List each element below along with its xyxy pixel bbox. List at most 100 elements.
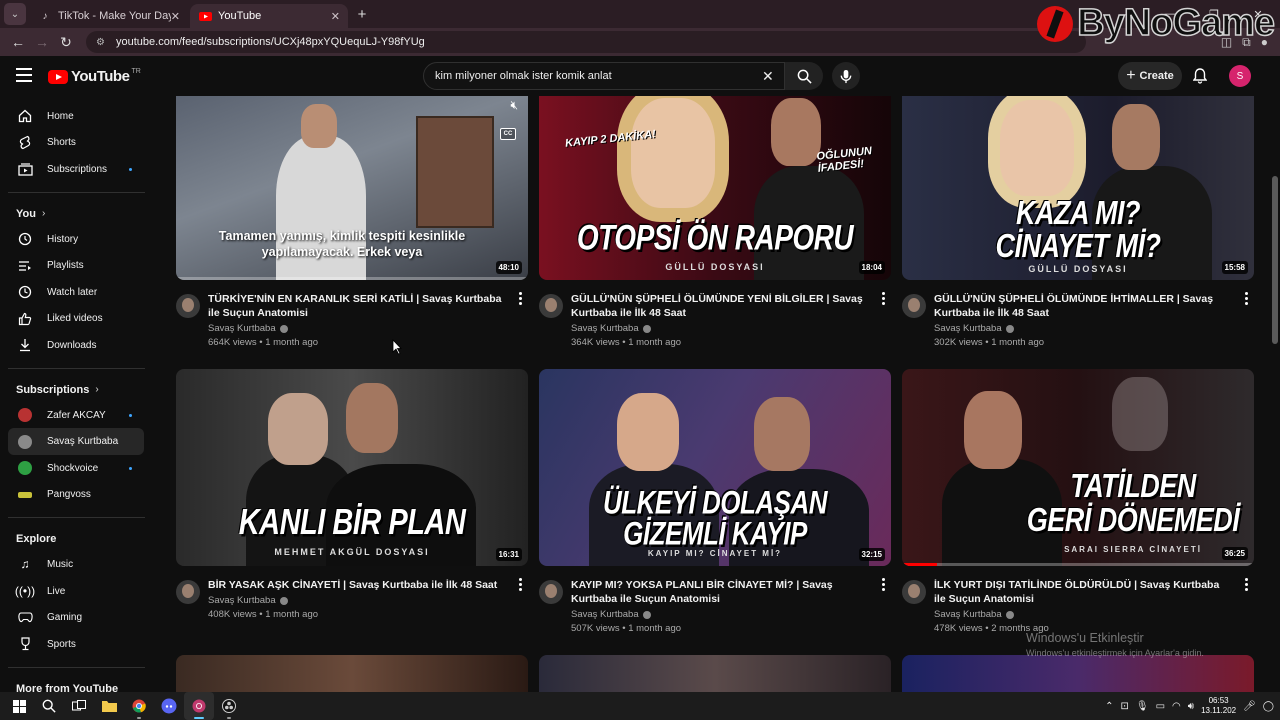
forward-arrow-icon[interactable]: →: [30, 30, 54, 54]
minimize-icon[interactable]: —: [1148, 0, 1192, 28]
windows-start-icon[interactable]: [4, 692, 34, 720]
scrollbar-thumb[interactable]: [1272, 176, 1278, 344]
channel-name[interactable]: Savaş Kurtbaba: [571, 323, 639, 334]
video-thumbnail[interactable]: ÜLKEYİ DOLAŞAN GİZEMLİ KAYIP KAYIP MI? C…: [539, 369, 891, 566]
more-options-icon[interactable]: [1242, 292, 1250, 305]
video-title[interactable]: İLK YURT DIŞI TATİLİNDE ÖLDÜRÜLDÜ | Sava…: [934, 578, 1230, 606]
youtube-logo[interactable]: YouTube TR: [48, 68, 141, 85]
channel-avatar[interactable]: [176, 580, 200, 604]
create-button[interactable]: + Create: [1118, 62, 1182, 90]
wifi-icon[interactable]: ◠: [1172, 701, 1181, 712]
browser-tab-youtube[interactable]: YouTube ✕: [190, 4, 348, 28]
menu-icon[interactable]: [16, 68, 32, 82]
video-title[interactable]: TÜRKİYE'NİN EN KARANLIK SERİ KATİLİ | Sa…: [208, 292, 504, 320]
channel-name[interactable]: Savaş Kurtbaba: [934, 323, 1002, 334]
channel-name[interactable]: Savaş Kurtbaba: [208, 595, 276, 606]
site-info-icon[interactable]: ⚙: [96, 37, 110, 48]
channel-avatar[interactable]: [902, 294, 926, 318]
volume-icon[interactable]: 🔊︎: [1188, 701, 1194, 712]
sidebar-item-subscriptions[interactable]: Subscriptions: [0, 156, 152, 183]
tray-microphone-icon[interactable]: 🎙︎: [1136, 701, 1149, 712]
more-options-icon[interactable]: [879, 292, 887, 305]
notification-center-icon[interactable]: ◯: [1263, 701, 1274, 712]
page-scrollbar[interactable]: [1268, 96, 1280, 692]
account-avatar[interactable]: S: [1229, 65, 1251, 87]
video-card[interactable]: Tamamen yanmış, kimlik tespiti kesinlikl…: [176, 96, 528, 364]
sidebar-item-music[interactable]: ♫ Music: [0, 551, 152, 578]
task-view-icon[interactable]: [64, 692, 94, 720]
extension-icon[interactable]: ◫: [1221, 35, 1232, 50]
file-explorer-icon[interactable]: [94, 692, 124, 720]
back-arrow-icon[interactable]: ←: [6, 30, 30, 54]
discord-icon[interactable]: [154, 692, 184, 720]
video-card[interactable]: KANLI BİR PLAN MEHMET AKGÜL DOSYASI 16:3…: [176, 369, 528, 650]
video-thumbnail[interactable]: [176, 655, 528, 692]
sidebar-item-downloads[interactable]: Downloads: [0, 332, 152, 359]
close-icon[interactable]: ✕: [331, 10, 340, 23]
channel-avatar[interactable]: [902, 580, 926, 604]
sidebar-channel-zafer-akcay[interactable]: Zafer AKCAY: [0, 402, 152, 429]
progress-track[interactable]: [902, 563, 1254, 566]
channel-avatar[interactable]: [176, 294, 200, 318]
sidebar-item-liked-videos[interactable]: Liked videos: [0, 306, 152, 333]
video-thumbnail[interactable]: TATİLDEN GERİ DÖNEMEDİ SARAI SIERRA CİNA…: [902, 369, 1254, 566]
network-adapter-icon[interactable]: ⊡: [1121, 701, 1129, 712]
video-thumbnail[interactable]: [539, 655, 891, 692]
chrome-icon[interactable]: [124, 692, 154, 720]
channel-name[interactable]: Savaş Kurtbaba: [208, 323, 276, 334]
sidebar-channel-savas-kurtbaba[interactable]: Savaş Kurtbaba: [8, 428, 144, 455]
sidebar-item-history[interactable]: History: [0, 226, 152, 253]
channel-name[interactable]: Savaş Kurtbaba: [571, 609, 639, 620]
sidebar-channel-pangvoss[interactable]: Pangvoss: [0, 482, 152, 509]
taskbar-clock[interactable]: 06:53 13.11.202: [1201, 696, 1236, 716]
video-thumbnail[interactable]: [902, 655, 1254, 692]
tab-search-button[interactable]: ⌄: [4, 3, 26, 25]
chevron-up-icon[interactable]: ⌃: [1105, 701, 1113, 712]
video-title[interactable]: GÜLLÜ'NÜN ŞÜPHELİ ÖLÜMÜNDE İHTİMALLER | …: [934, 292, 1230, 320]
sidebar-item-shorts[interactable]: Shorts: [0, 130, 152, 157]
video-thumbnail[interactable]: Tamamen yanmış, kimlik tespiti kesinlikl…: [176, 96, 528, 280]
new-tab-button[interactable]: +: [350, 2, 374, 26]
chrome-profile-icon[interactable]: [184, 692, 214, 720]
cc-icon[interactable]: CC: [500, 128, 516, 140]
url-input[interactable]: ⚙ youtube.com/feed/subscriptions/UCXj48p…: [86, 31, 1086, 53]
reload-icon[interactable]: ↻: [54, 30, 78, 54]
video-card[interactable]: TATİLDEN GERİ DÖNEMEDİ SARAI SIERRA CİNA…: [902, 369, 1254, 650]
sidebar-item-home[interactable]: Home: [0, 103, 152, 130]
video-title[interactable]: GÜLLÜ'NÜN ŞÜPHELİ ÖLÜMÜNDE YENİ BİLGİLER…: [571, 292, 867, 320]
voice-search-button[interactable]: [832, 62, 860, 90]
sidebar-item-sports[interactable]: Sports: [0, 631, 152, 658]
more-options-icon[interactable]: [516, 292, 524, 305]
sidebar-you-heading[interactable]: You ›: [0, 202, 160, 226]
video-thumbnail[interactable]: KAZA MI? CİNAYET Mİ? GÜLLÜ DOSYASI 15:58: [902, 96, 1254, 280]
more-options-icon[interactable]: [879, 578, 887, 591]
mute-icon[interactable]: 🔇︎: [510, 98, 518, 113]
channel-avatar[interactable]: [539, 294, 563, 318]
video-card[interactable]: KAYIP 2 DAKİKA! OĞLUNUN İFADESİ! OTOPSİ …: [539, 96, 891, 364]
tray-display-icon[interactable]: ▭: [1156, 701, 1165, 712]
search-input[interactable]: kim milyoner olmak ister komik anlat: [423, 62, 785, 90]
channel-avatar[interactable]: [539, 580, 563, 604]
obs-icon[interactable]: [214, 692, 244, 720]
taskbar-search-icon[interactable]: [34, 692, 64, 720]
sidebar-subscriptions-heading[interactable]: Subscriptions ›: [0, 378, 160, 402]
sidebar-item-playlists[interactable]: Playlists: [0, 252, 152, 279]
video-title[interactable]: KAYIP MI? YOKSA PLANLI BİR CİNAYET Mİ? |…: [571, 578, 867, 606]
sidebar-item-gaming[interactable]: Gaming: [0, 604, 152, 631]
more-options-icon[interactable]: [516, 578, 524, 591]
video-card[interactable]: ÜLKEYİ DOLAŞAN GİZEMLİ KAYIP KAYIP MI? C…: [539, 369, 891, 650]
sidebar-item-watch-later[interactable]: Watch later: [0, 279, 152, 306]
video-card[interactable]: KAZA MI? CİNAYET Mİ? GÜLLÜ DOSYASI 15:58…: [902, 96, 1254, 364]
window-close-icon[interactable]: ✕: [1236, 0, 1280, 28]
more-options-icon[interactable]: [1242, 578, 1250, 591]
sidebar-item-live[interactable]: ((•)) Live: [0, 578, 152, 605]
search-button[interactable]: [785, 62, 823, 90]
puzzle-icon[interactable]: ⧉: [1242, 35, 1251, 50]
video-thumbnail[interactable]: KANLI BİR PLAN MEHMET AKGÜL DOSYASI 16:3…: [176, 369, 528, 566]
progress-track[interactable]: [176, 277, 528, 280]
video-title[interactable]: BİR YASAK AŞK CİNAYETİ | Savaş Kurtbaba …: [208, 578, 504, 592]
channel-name[interactable]: Savaş Kurtbaba: [934, 609, 1002, 620]
sidebar-channel-shockvoice[interactable]: Shockvoice: [0, 455, 152, 482]
browser-tab-tiktok[interactable]: ♪ TikTok - Make Your Day ✕: [30, 4, 188, 28]
notifications-button[interactable]: [1190, 66, 1210, 86]
